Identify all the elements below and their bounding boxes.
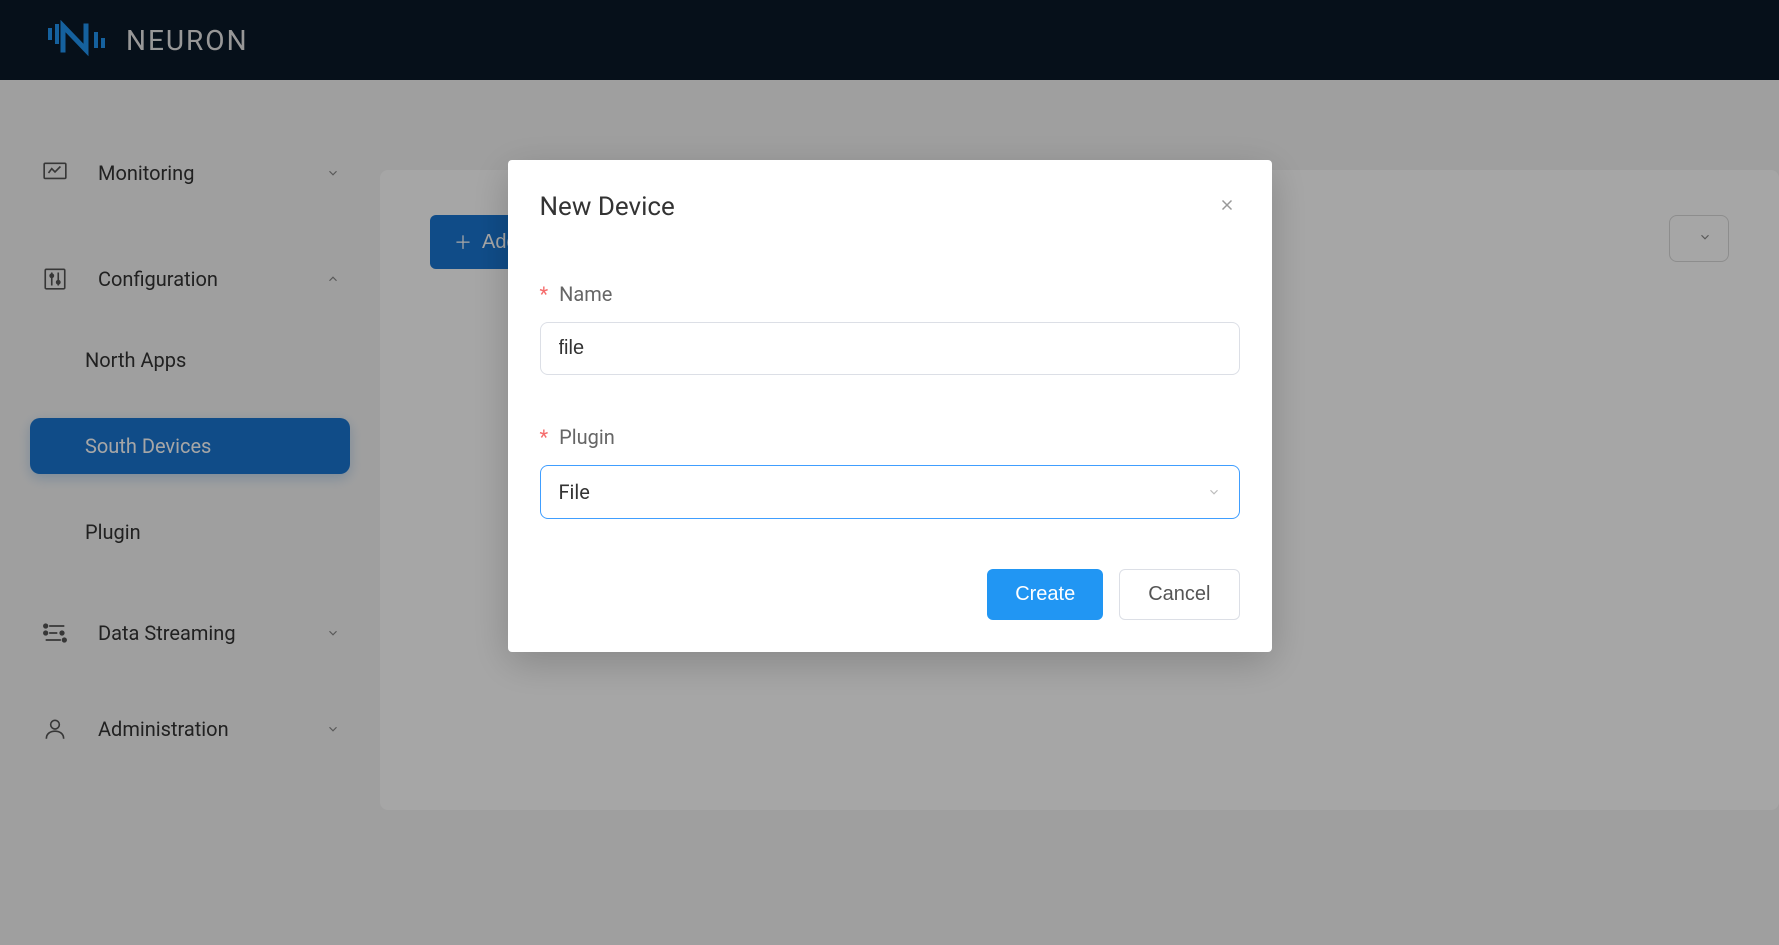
close-icon[interactable] xyxy=(1214,192,1240,221)
button-label: Create xyxy=(1015,583,1075,605)
plugin-label: * Plugin xyxy=(540,425,1240,449)
label-text: Plugin xyxy=(559,425,615,449)
modal-title: New Device xyxy=(540,192,675,222)
create-button[interactable]: Create xyxy=(987,569,1103,620)
chevron-down-icon xyxy=(1207,480,1221,504)
name-label: * Name xyxy=(540,282,1240,306)
new-device-modal: New Device * Name * Plugin File Create C… xyxy=(508,160,1272,652)
required-star: * xyxy=(540,425,549,449)
label-text: Name xyxy=(559,282,612,306)
cancel-button[interactable]: Cancel xyxy=(1119,569,1239,620)
name-input[interactable] xyxy=(540,322,1240,375)
required-star: * xyxy=(540,282,549,306)
plugin-select[interactable]: File xyxy=(540,465,1240,519)
select-value: File xyxy=(559,480,590,504)
button-label: Cancel xyxy=(1148,583,1210,605)
